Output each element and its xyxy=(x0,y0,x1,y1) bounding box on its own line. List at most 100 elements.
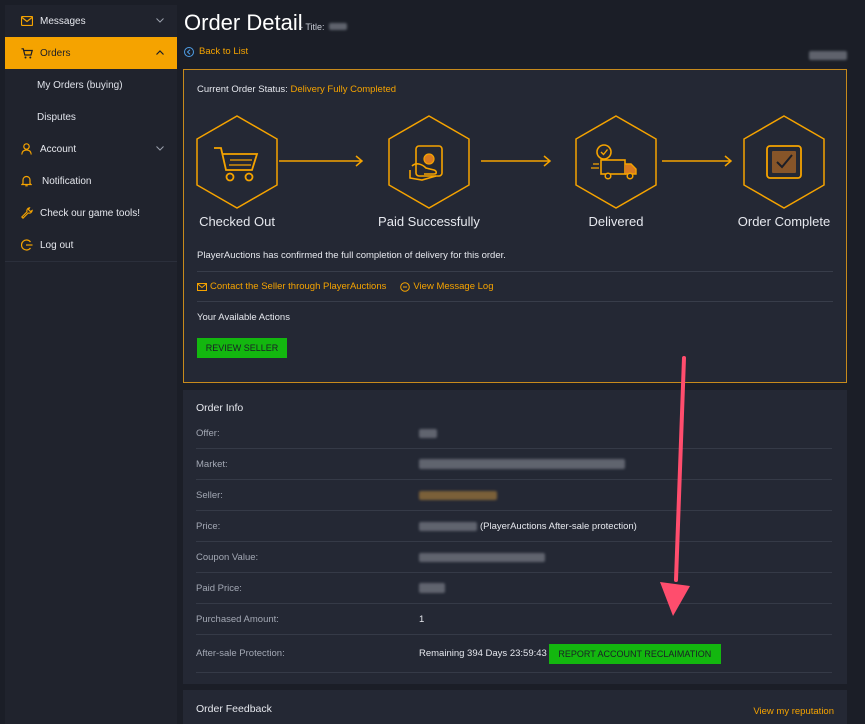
bell-icon xyxy=(20,175,33,188)
envelope-icon xyxy=(197,282,207,291)
info-row-offer: Offer: xyxy=(196,418,832,449)
annotation-arrow-icon xyxy=(660,356,690,616)
info-value xyxy=(419,490,497,500)
step-paid-successfully: Paid Successfully xyxy=(359,114,499,229)
sidebar-divider xyxy=(5,261,177,262)
order-progress: Checked Out Paid Successfully Delivered … xyxy=(184,114,848,234)
cart-icon xyxy=(20,47,33,60)
view-reputation-link[interactable]: View my reputation xyxy=(753,706,834,717)
contact-links: Contact the Seller through PlayerAuction… xyxy=(197,281,508,292)
sidebar: Messages Orders My Orders (buying) Dispu… xyxy=(5,5,177,724)
info-key: Purchased Amount: xyxy=(196,613,279,625)
redacted-value xyxy=(419,552,545,562)
checkbox-complete-icon xyxy=(743,115,825,209)
protection-remaining: Remaining 394 Days 23:59:43 xyxy=(419,648,547,659)
info-row-seller: Seller: xyxy=(196,480,832,511)
info-row-price: Price: (PlayerAuctions After-sale protec… xyxy=(196,511,832,542)
info-row-after-sale-protection: After-sale Protection: Remaining 394 Day… xyxy=(196,635,832,673)
wrench-icon xyxy=(20,207,33,220)
redacted-title xyxy=(329,23,348,30)
contact-seller-link[interactable]: Contact the Seller through PlayerAuction… xyxy=(197,281,386,292)
info-value: (PlayerAuctions After-sale protection) xyxy=(419,521,637,532)
envelope-icon xyxy=(20,15,33,28)
chevron-down-icon xyxy=(155,15,165,25)
redacted-value xyxy=(419,583,445,593)
info-row-purchased-amount: Purchased Amount: 1 xyxy=(196,604,832,635)
sidebar-item-orders[interactable]: Orders xyxy=(5,37,177,69)
redacted-value xyxy=(419,490,497,500)
info-value xyxy=(419,428,437,438)
view-message-log-label: View Message Log xyxy=(413,281,494,292)
sidebar-item-label: Orders xyxy=(40,47,71,59)
delivery-confirmation-text: PlayerAuctions has confirmed the full co… xyxy=(197,250,506,261)
redacted-username xyxy=(809,47,847,65)
report-account-reclamation-button[interactable]: REPORT ACCOUNT RECLAIMATION xyxy=(548,643,721,664)
view-message-log-link[interactable]: View Message Log xyxy=(400,281,494,292)
sidebar-item-logout[interactable]: Log out xyxy=(5,229,177,261)
sidebar-item-game-tools[interactable]: Check our game tools! xyxy=(5,197,177,229)
info-key: Coupon Value: xyxy=(196,551,259,563)
price-protection-note: (PlayerAuctions After-sale protection) xyxy=(480,520,637,532)
divider xyxy=(197,271,833,272)
title-label-text: - Title: xyxy=(300,22,325,32)
info-key: After-sale Protection: xyxy=(196,648,285,659)
info-key: Market: xyxy=(196,458,228,470)
sidebar-item-notification[interactable]: Notification xyxy=(5,165,177,197)
order-info-title: Order Info xyxy=(196,402,244,414)
cart-icon xyxy=(196,115,278,209)
step-order-complete: Order Complete xyxy=(714,114,854,229)
info-key: Paid Price: xyxy=(196,582,242,594)
info-value: 1 xyxy=(419,613,425,625)
order-status-panel: Current Order Status: Delivery Fully Com… xyxy=(183,69,847,383)
step-label: Checked Out xyxy=(199,214,275,229)
sidebar-item-account[interactable]: Account xyxy=(5,133,177,165)
payment-hand-icon xyxy=(388,115,470,209)
delivery-truck-icon xyxy=(575,115,657,209)
redacted-value xyxy=(419,428,437,438)
chevron-up-icon xyxy=(155,47,165,57)
arrow-right-icon xyxy=(279,154,365,172)
contact-seller-label: Contact the Seller through PlayerAuction… xyxy=(210,281,387,292)
chat-bubble-icon xyxy=(400,281,411,292)
redacted-value xyxy=(419,521,477,531)
user-icon xyxy=(20,143,33,156)
info-row-paid-price: Paid Price: xyxy=(196,573,832,604)
sidebar-item-disputes[interactable]: Disputes xyxy=(5,101,177,133)
sidebar-item-my-orders[interactable]: My Orders (buying) xyxy=(5,69,177,101)
info-key: Price: xyxy=(196,520,221,532)
status-value: Delivery Fully Completed xyxy=(290,84,397,95)
back-to-list-link[interactable]: Back to List xyxy=(184,46,248,57)
info-row-coupon: Coupon Value: xyxy=(196,542,832,573)
sidebar-item-label: Account xyxy=(40,143,77,155)
divider xyxy=(197,301,833,302)
info-value xyxy=(419,459,625,469)
redacted-value xyxy=(419,459,625,469)
sidebar-item-label: Messages xyxy=(40,15,86,27)
title-label: - Title: xyxy=(300,22,348,32)
sidebar-item-messages[interactable]: Messages xyxy=(5,5,177,37)
available-actions-label: Your Available Actions xyxy=(197,312,290,323)
sidebar-item-label: Notification xyxy=(42,175,92,187)
current-order-status: Current Order Status: Delivery Fully Com… xyxy=(197,84,396,95)
review-seller-button[interactable]: REVIEW SELLER xyxy=(197,338,287,358)
order-feedback-title: Order Feedback xyxy=(196,703,272,715)
back-arrow-icon xyxy=(184,46,194,57)
info-key: Offer: xyxy=(196,427,220,439)
step-label: Delivered xyxy=(588,214,644,229)
logout-icon xyxy=(20,239,33,252)
sidebar-item-label: Check our game tools! xyxy=(40,207,141,219)
status-label: Current Order Status: xyxy=(197,84,288,95)
order-feedback-panel: Order Feedback View my reputation xyxy=(183,690,847,724)
info-value: Remaining 394 Days 23:59:43 REPORT ACCOU… xyxy=(419,643,721,664)
info-row-market: Market: xyxy=(196,449,832,480)
step-label: Order Complete xyxy=(737,214,831,229)
back-to-list-label: Back to List xyxy=(199,46,249,57)
step-label: Paid Successfully xyxy=(378,214,480,229)
page-title: Order Detail xyxy=(184,10,303,35)
chevron-down-icon xyxy=(155,143,165,153)
sidebar-item-label: Log out xyxy=(40,239,74,251)
order-info-panel: Order Info Offer: Market: Seller: Price:… xyxy=(183,390,847,684)
info-value xyxy=(419,583,445,593)
info-key: Seller: xyxy=(196,489,223,501)
info-value xyxy=(419,552,545,562)
